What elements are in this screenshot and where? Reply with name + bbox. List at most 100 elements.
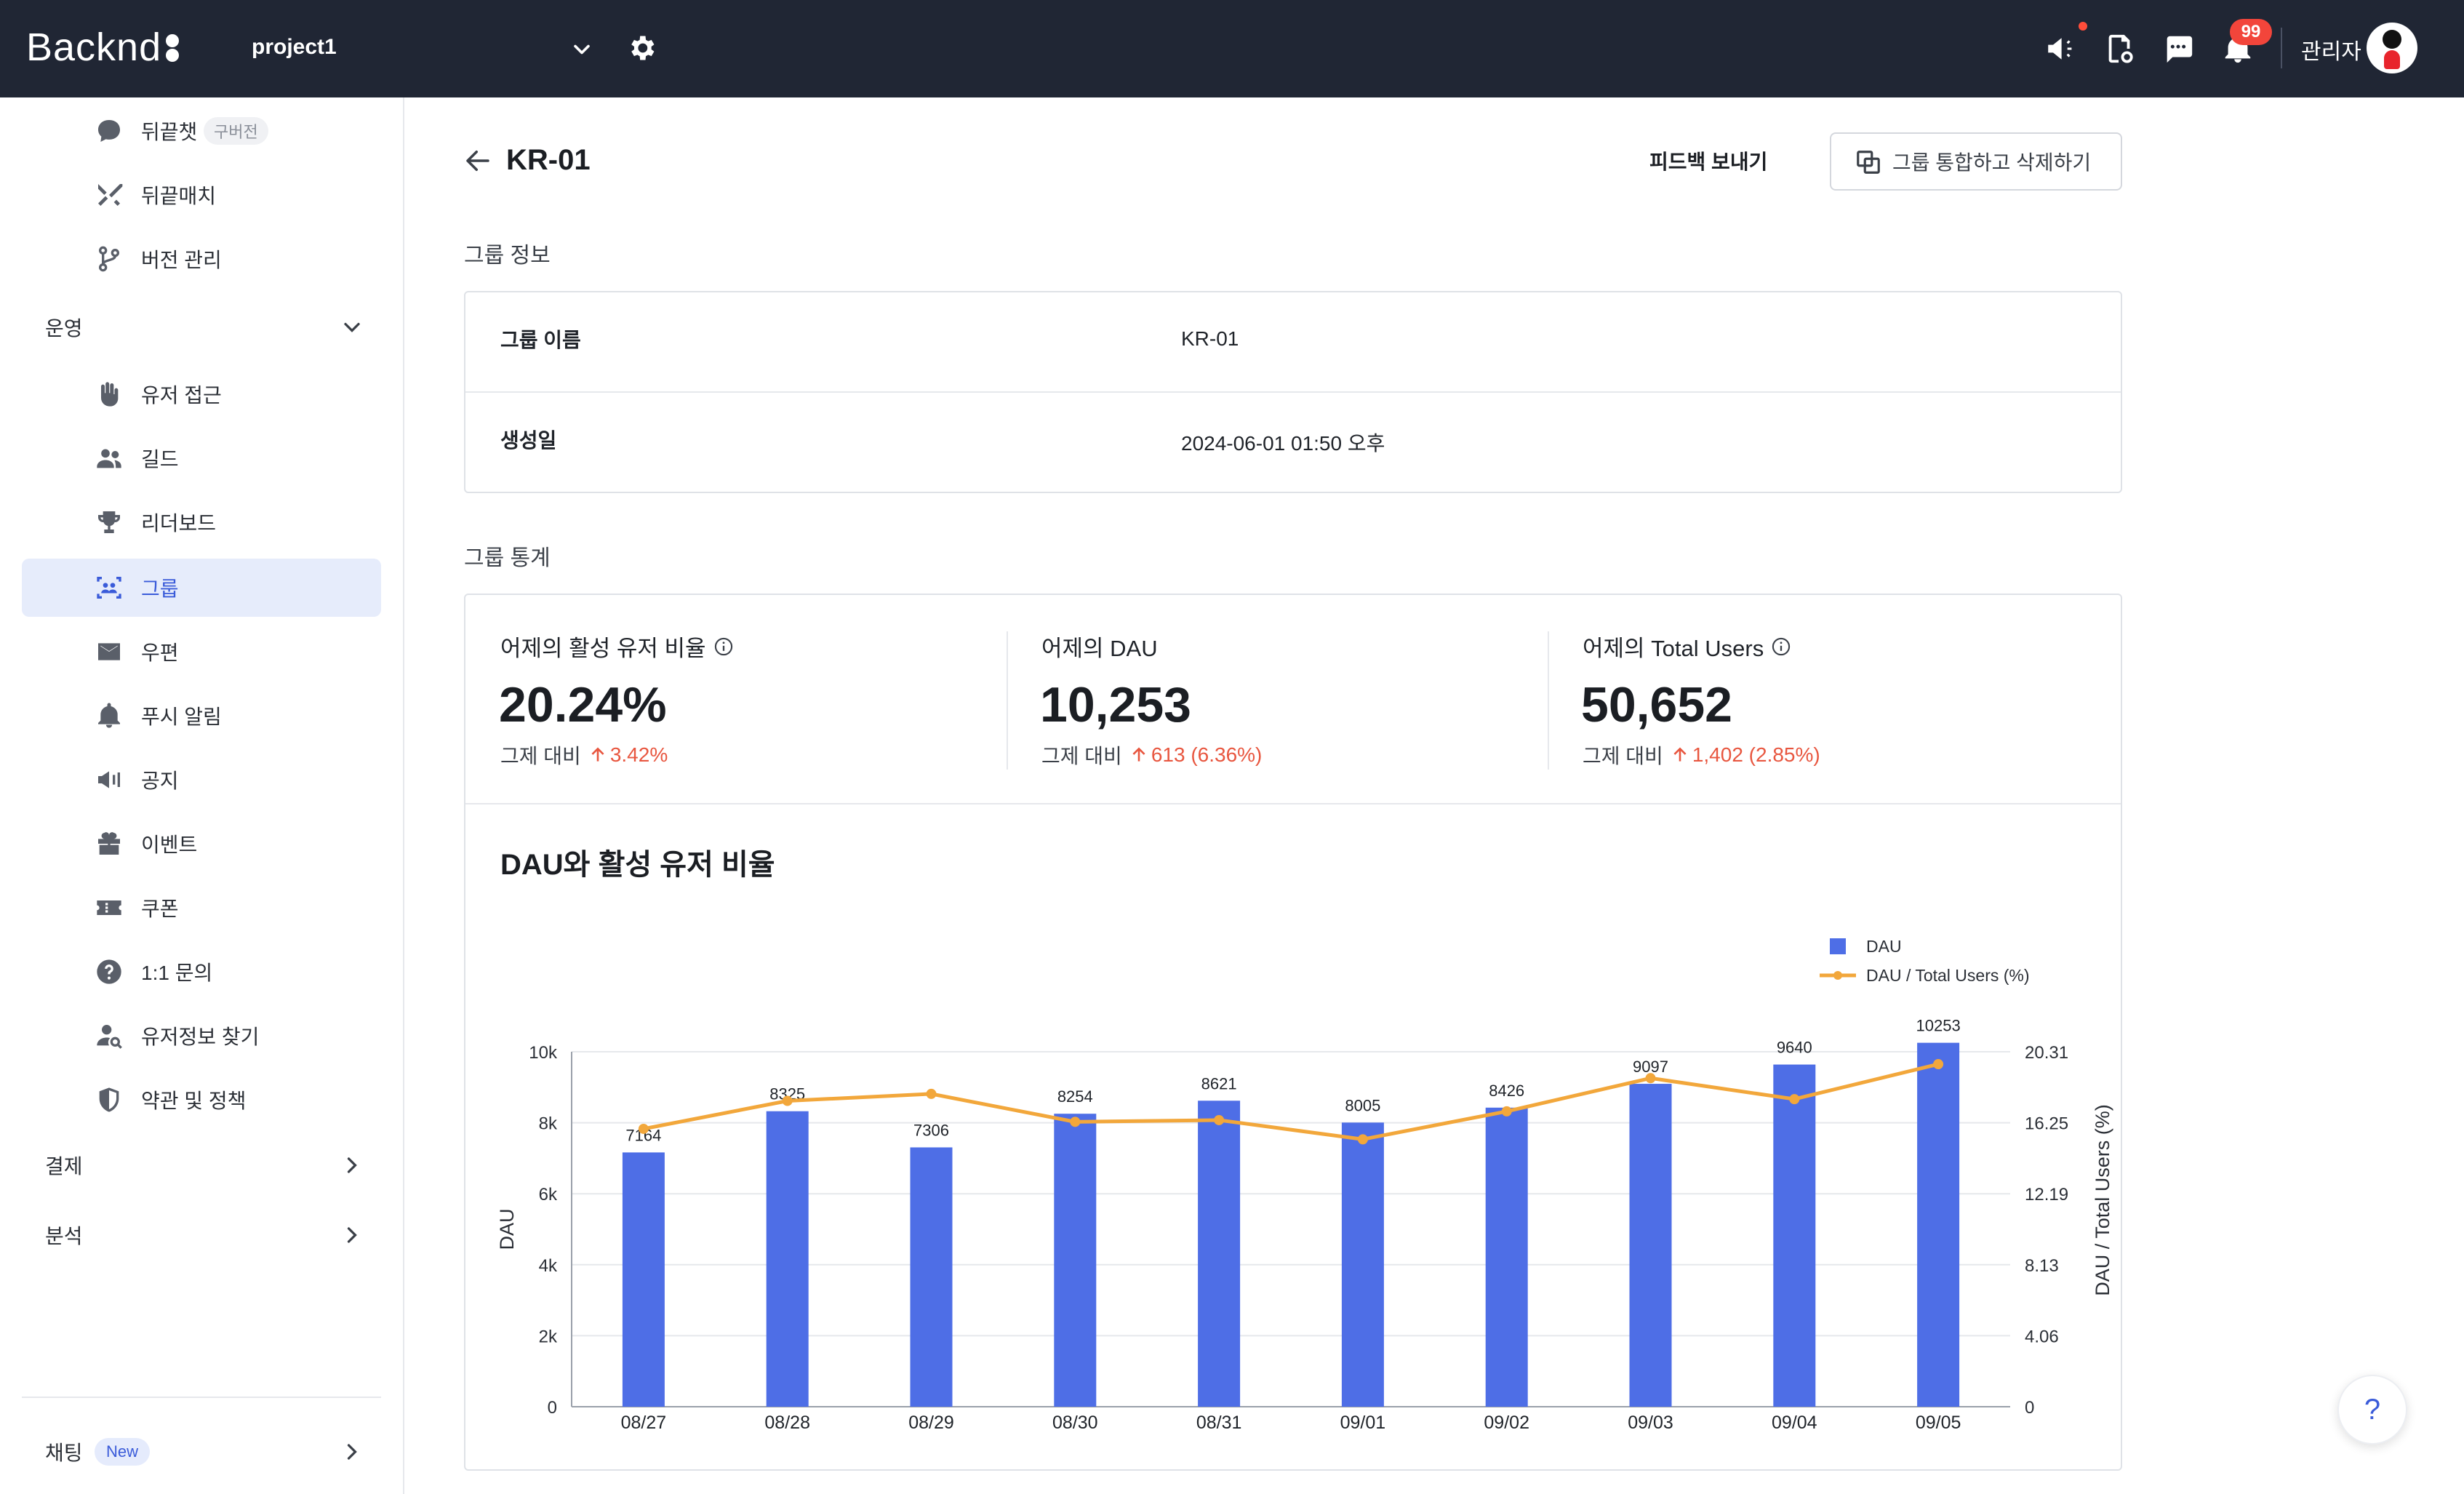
- sidebar-item-label: 이벤트: [141, 834, 198, 856]
- y-tick-label: 6k: [539, 1185, 558, 1205]
- sidebar-item-user-access[interactable]: 유저 접근: [22, 365, 381, 423]
- sidebar-section-payment[interactable]: 결제: [22, 1136, 381, 1194]
- backnd-logo[interactable]: Backnd: [26, 22, 180, 73]
- y-tick-label: 8k: [539, 1114, 558, 1134]
- bar-dau: [1917, 1042, 1960, 1407]
- feedback-button[interactable]: 피드백 보내기: [1649, 145, 1767, 176]
- section-label: 분석: [45, 1225, 83, 1247]
- top-bar: Backnd project1 99 관리자: [0, 0, 2464, 97]
- bar-dau: [910, 1147, 953, 1407]
- group-stats-title: 그룹 통계: [464, 546, 551, 570]
- sidebar-item-label: 뒤끝챗: [141, 121, 198, 143]
- sidebar-item-label: 공지: [141, 770, 179, 792]
- bar-dau: [1341, 1122, 1384, 1407]
- sidebar-item-mail[interactable]: 우편: [22, 623, 381, 681]
- sidebar-item-group[interactable]: 그룹: [22, 559, 381, 617]
- y2-tick-label: 8.13: [2025, 1256, 2059, 1276]
- logo-mark: [164, 30, 180, 65]
- line-point: [1645, 1073, 1656, 1084]
- bar-value-label: 7306: [913, 1121, 949, 1139]
- mail-icon: [95, 637, 124, 666]
- chevron-right-icon: [347, 1444, 357, 1460]
- x-tick-label: 09/02: [1484, 1413, 1529, 1433]
- back-arrow-icon[interactable]: [463, 145, 493, 176]
- user-search-icon: [95, 1021, 124, 1050]
- section-label: 운영: [45, 317, 83, 340]
- ticket-icon: [95, 893, 124, 922]
- document-gear-icon[interactable]: [2103, 32, 2137, 65]
- sidebar-item-label: 쿠폰: [141, 898, 179, 920]
- sidebar-item-label: 약관 및 정책: [141, 1090, 247, 1112]
- project-selector-label[interactable]: project1: [252, 35, 337, 60]
- legend-label-dau: DAU: [1866, 937, 1902, 956]
- sidebar-item-user-search[interactable]: 유저정보 찾기: [22, 1007, 381, 1065]
- x-tick-label: 09/05: [1916, 1413, 1961, 1433]
- y-tick-label: 2k: [539, 1327, 558, 1346]
- sidebar: 뒤끝챗 구버전 뒤끝매치 버전 관리 운영 유저 접근 길드 리더보드 그룹 우…: [0, 97, 404, 1494]
- x-tick-label: 08/30: [1052, 1413, 1098, 1433]
- group-scan-icon: [95, 573, 124, 602]
- people-icon: [95, 444, 124, 473]
- sidebar-item-leaderboard[interactable]: 리더보드: [22, 493, 381, 551]
- sidebar-item-label: 버전 관리: [141, 249, 222, 271]
- bar-dau: [1629, 1084, 1672, 1407]
- bar-dau: [1054, 1114, 1097, 1407]
- sidebar-item-inquiry[interactable]: 1:1 문의: [22, 943, 381, 1001]
- sidebar-divider: [22, 1397, 381, 1398]
- info-key: 생성일: [500, 429, 557, 452]
- group-stats-card: 어제의 활성 유저 비율 20.24% 그제 대비 3.42% 어제의 DAU …: [464, 594, 2122, 1471]
- sidebar-item-notice[interactable]: 공지: [22, 751, 381, 809]
- info-key: 그룹 이름: [500, 329, 581, 351]
- sidebar-item-event[interactable]: 이벤트: [22, 815, 381, 873]
- x-tick-label: 08/28: [764, 1413, 810, 1433]
- line-ratio: [643, 1062, 1939, 1141]
- bar-value-label: 8621: [1201, 1074, 1237, 1092]
- line-point: [782, 1095, 793, 1106]
- x-tick-label: 08/31: [1196, 1413, 1242, 1433]
- sidebar-section-operation[interactable]: 운영: [22, 298, 381, 356]
- line-point: [1357, 1134, 1368, 1145]
- question-icon: [95, 957, 124, 986]
- merge-delete-button[interactable]: 그룹 통합하고 삭제하기: [1830, 132, 2122, 191]
- y2-tick-label: 4.06: [2025, 1327, 2059, 1346]
- logo-text: Backnd: [26, 25, 162, 69]
- line-point: [1501, 1106, 1512, 1116]
- line-point: [1789, 1094, 1800, 1105]
- x-tick-label: 08/29: [908, 1413, 954, 1433]
- message-icon[interactable]: [2161, 32, 2195, 65]
- sidebar-item-label: 유저정보 찾기: [141, 1026, 260, 1048]
- sidebar-item-backnd-match[interactable]: 뒤끝매치: [22, 166, 381, 224]
- chevron-down-icon[interactable]: [569, 36, 595, 63]
- bar-dau: [1773, 1064, 1816, 1407]
- bar-value-label: 8426: [1489, 1082, 1524, 1100]
- info-row-created: 생성일 2024-06-01 01:50 오후: [465, 391, 2121, 492]
- chevron-right-icon: [347, 1227, 357, 1243]
- x-tick-label: 09/03: [1628, 1413, 1673, 1433]
- hand-icon: [95, 380, 124, 409]
- help-button[interactable]: ?: [2337, 1375, 2407, 1445]
- sidebar-section-analytics[interactable]: 분석: [22, 1206, 381, 1264]
- sidebar-item-backnd-chat[interactable]: 뒤끝챗 구버전: [22, 102, 381, 160]
- line-point: [1933, 1059, 1944, 1070]
- info-row-name: 그룹 이름 KR-01: [465, 292, 2121, 393]
- sidebar-section-chatting[interactable]: 채팅 New: [22, 1423, 381, 1481]
- y2-tick-label: 0: [2025, 1398, 2034, 1418]
- sidebar-item-version-management[interactable]: 버전 관리: [22, 230, 381, 288]
- sidebar-item-push[interactable]: 푸시 알림: [22, 687, 381, 745]
- gear-icon[interactable]: [625, 32, 657, 64]
- legacy-tag: 구버전: [204, 117, 268, 145]
- dau-ratio-chart: 0 2k 4k 6k 8k 10k 0 4.06 8.13 12.19 16.25 20.31 DAU D…: [496, 937, 2113, 1433]
- bar-dau: [622, 1152, 665, 1407]
- y2-tick-label: 20.31: [2025, 1043, 2068, 1063]
- sidebar-item-terms[interactable]: 약관 및 정책: [22, 1071, 381, 1129]
- announcement-icon[interactable]: [2045, 32, 2079, 65]
- admin-name[interactable]: 관리자: [2301, 33, 2361, 65]
- sidebar-item-label: 리더보드: [141, 512, 217, 535]
- merge-icon: [1857, 151, 1880, 174]
- bar-value-label: 9640: [1777, 1039, 1812, 1057]
- sidebar-item-guild[interactable]: 길드: [22, 429, 381, 487]
- section-label: 결제: [45, 1155, 83, 1178]
- avatar[interactable]: [2367, 23, 2417, 73]
- sidebar-item-coupon[interactable]: 쿠폰: [22, 879, 381, 937]
- y2-axis-label: DAU / Total Users (%): [2092, 1104, 2113, 1296]
